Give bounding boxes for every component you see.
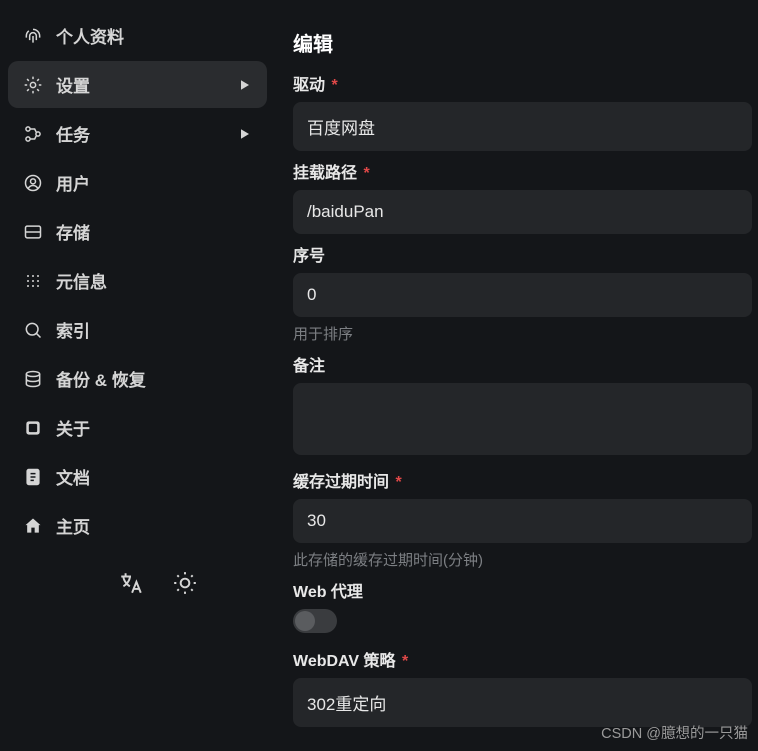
tasks-icon [22,123,44,145]
field-webdav-policy: WebDAV 策略 * 302重定向 [293,647,752,727]
sidebar-item-profile[interactable]: 个人资料 [8,12,267,59]
sidebar-item-tasks[interactable]: 任务 [8,110,267,157]
sidebar-item-label: 关于 [56,415,253,440]
cache-expire-input[interactable] [293,499,752,543]
order-label: 序号 [293,242,752,266]
sidebar-item-label: 索引 [56,317,253,342]
home-icon [22,515,44,537]
sidebar-item-index[interactable]: 索引 [8,306,267,353]
remark-label: 备注 [293,352,752,376]
web-proxy-toggle[interactable] [293,609,337,633]
sidebar-item-backup[interactable]: 备份 & 恢复 [8,355,267,402]
field-driver: 驱动 * 百度网盘 [293,71,752,151]
sidebar-item-docs[interactable]: 文档 [8,453,267,500]
about-icon [22,417,44,439]
field-web-proxy: Web 代理 [293,578,752,633]
chevron-right-icon [241,128,253,140]
sidebar-item-label: 元信息 [56,268,253,293]
database-icon [22,368,44,390]
required-mark: * [402,653,408,670]
required-mark: * [395,474,401,491]
search-icon [22,319,44,341]
field-mount-path: 挂载路径 * [293,159,752,234]
docs-icon [22,466,44,488]
order-input[interactable] [293,273,752,317]
page-title: 编辑 [293,28,752,57]
mount-path-label: 挂载路径 [293,165,357,182]
sidebar-item-about[interactable]: 关于 [8,404,267,451]
fingerprint-icon [22,25,44,47]
sidebar-item-label: 任务 [56,121,241,146]
utility-row [8,569,267,597]
language-button[interactable] [117,569,145,597]
watermark: CSDN @臆想的一只猫 [601,722,748,743]
order-helper: 用于排序 [293,323,752,344]
sidebar-item-label: 存储 [56,219,253,244]
chevron-right-icon [241,79,253,91]
sidebar-item-label: 用户 [56,170,253,195]
driver-label: 驱动 [293,77,325,94]
sidebar-item-label: 设置 [56,72,241,97]
theme-button[interactable] [171,569,199,597]
user-icon [22,172,44,194]
sidebar-item-label: 文档 [56,464,253,489]
field-cache-expire: 缓存过期时间 * 此存储的缓存过期时间(分钟) [293,468,752,570]
sidebar-item-label: 主页 [56,513,253,538]
required-mark: * [331,77,337,94]
toggle-knob [295,611,315,631]
sidebar-item-home[interactable]: 主页 [8,502,267,549]
cache-expire-helper: 此存储的缓存过期时间(分钟) [293,549,752,570]
sidebar-item-storage[interactable]: 存储 [8,208,267,255]
sidebar-item-users[interactable]: 用户 [8,159,267,206]
webdav-policy-select[interactable]: 302重定向 [293,678,752,727]
meta-icon [22,270,44,292]
sidebar-item-label: 备份 & 恢复 [56,366,253,391]
remark-textarea[interactable] [293,383,752,455]
field-order: 序号 用于排序 [293,242,752,344]
main-form: 编辑 驱动 * 百度网盘 挂载路径 * 序号 用于排序 备注 缓存过期时间 * … [275,0,758,751]
sidebar: 个人资料 设置 任务 用户 存储 元信息 [0,0,275,751]
required-mark: * [363,165,369,182]
driver-select[interactable]: 百度网盘 [293,102,752,151]
cache-expire-label: 缓存过期时间 [293,474,389,491]
gear-icon [22,74,44,96]
field-remark: 备注 [293,352,752,460]
sidebar-item-label: 个人资料 [56,23,253,48]
mount-path-input[interactable] [293,190,752,234]
sidebar-item-settings[interactable]: 设置 [8,61,267,108]
storage-icon [22,221,44,243]
sidebar-item-meta[interactable]: 元信息 [8,257,267,304]
web-proxy-label: Web 代理 [293,578,752,602]
webdav-policy-label: WebDAV 策略 [293,653,396,670]
